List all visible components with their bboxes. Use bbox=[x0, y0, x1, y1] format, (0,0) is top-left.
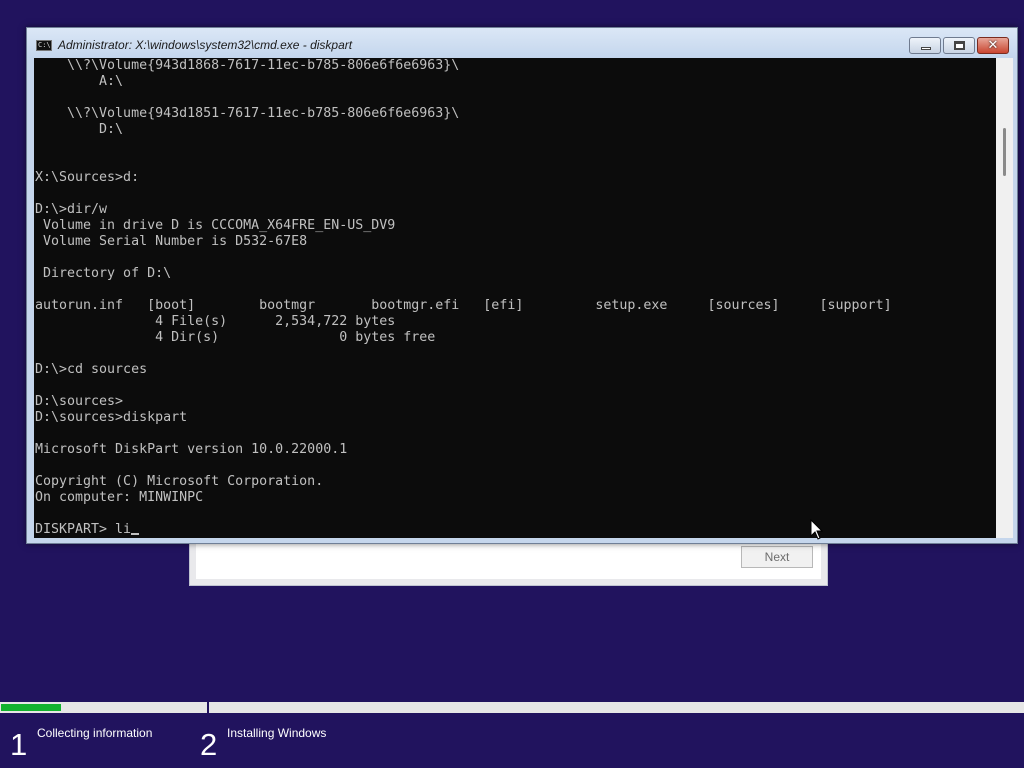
console-text: \\?\Volume{943d1868-7617-11ec-b785-806e6… bbox=[35, 58, 892, 538]
console-history: \\?\Volume{943d1868-7617-11ec-b785-806e6… bbox=[35, 58, 892, 505]
step-number: 2 bbox=[200, 727, 218, 762]
step1-progress-bar bbox=[0, 702, 207, 713]
command-prompt-line[interactable]: DISKPART> li bbox=[35, 522, 131, 537]
progress-divider bbox=[207, 702, 209, 713]
minimize-button[interactable] bbox=[909, 37, 941, 54]
scrollbar-thumb[interactable] bbox=[1003, 128, 1006, 176]
step-label: Collecting information bbox=[37, 726, 153, 740]
minimize-icon bbox=[921, 47, 931, 50]
step-label: Installing Windows bbox=[227, 726, 327, 740]
text-cursor bbox=[131, 533, 140, 535]
cmd-titlebar[interactable]: C:\ Administrator: X:\windows\system32\c… bbox=[27, 28, 1017, 58]
window-title: Administrator: X:\windows\system32\cmd.e… bbox=[58, 38, 353, 52]
step-number: 1 bbox=[10, 727, 28, 762]
mouse-pointer-icon bbox=[810, 519, 824, 540]
close-icon: ✕ bbox=[987, 38, 999, 53]
step1-progress-fill bbox=[1, 704, 61, 711]
cmd-icon[interactable]: C:\ bbox=[36, 40, 52, 51]
console-output[interactable]: \\?\Volume{943d1868-7617-11ec-b785-806e6… bbox=[34, 58, 996, 538]
close-button[interactable]: ✕ bbox=[977, 37, 1009, 54]
maximize-icon bbox=[954, 41, 965, 50]
cmd-window: C:\ Administrator: X:\windows\system32\c… bbox=[26, 27, 1018, 544]
next-button[interactable]: Next bbox=[741, 546, 813, 568]
vertical-scrollbar[interactable] bbox=[996, 58, 1013, 538]
maximize-button[interactable] bbox=[943, 37, 975, 54]
